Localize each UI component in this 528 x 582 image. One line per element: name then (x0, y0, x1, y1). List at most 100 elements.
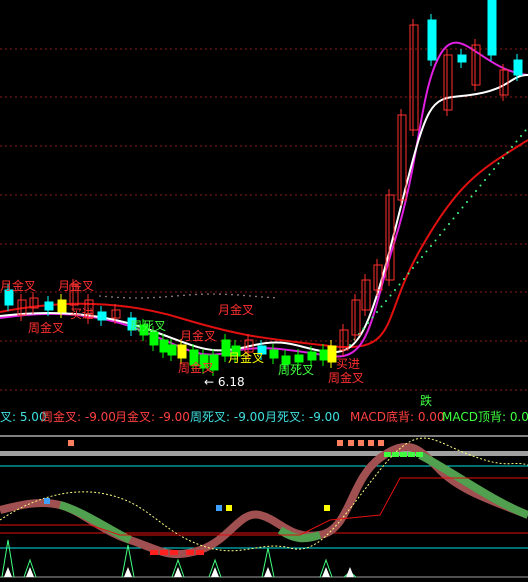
trend-dot (261, 296, 263, 298)
trend-dot (177, 294, 179, 297)
trend-dot (213, 293, 215, 295)
trend-dot (376, 311, 378, 313)
signal-block (68, 440, 74, 446)
green-block (392, 452, 399, 457)
trend-dot (515, 140, 518, 143)
trend-dot (466, 201, 468, 203)
trend-dot (147, 297, 149, 299)
green-block (400, 452, 407, 457)
signal-block (44, 498, 50, 504)
signal-label: 月金叉 (218, 302, 254, 317)
trend-dot (380, 305, 383, 308)
trend-dot (497, 162, 500, 165)
stock-chart[interactable]: 月金叉 月金叉 买进 周金叉 月金叉 月金叉 周死叉 周金叉 月金叉 周死叉 买… (0, 0, 528, 582)
green-block (384, 452, 391, 457)
macd-zero-band (0, 451, 528, 456)
trend-dot (452, 217, 455, 220)
trend-dot (165, 295, 167, 298)
trend-dot (237, 294, 239, 296)
trend-dot (421, 256, 423, 258)
indicator-item: MACD顶背: 0.00 (442, 410, 528, 424)
trend-dot (470, 195, 473, 198)
trend-dot (430, 245, 432, 247)
green-block (416, 452, 423, 457)
signal-label: 周死叉 (130, 319, 166, 333)
signal-label: 周金叉 (28, 320, 64, 335)
trend-dot (129, 297, 131, 299)
trend-dot (243, 294, 245, 297)
red-block (160, 550, 168, 555)
signal-block (324, 505, 330, 511)
signal-label: 周金叉 (328, 370, 364, 385)
signal-label: 月金叉 (228, 350, 264, 365)
signal-label: 周死叉 (278, 363, 314, 377)
trend-dot (511, 146, 513, 148)
trend-dot (439, 234, 441, 236)
trend-dot (448, 223, 450, 225)
trend-dot (398, 283, 401, 286)
signal-block (348, 440, 354, 446)
trend-dot (267, 296, 269, 299)
trend-dot (195, 293, 197, 296)
trend-dot (219, 293, 221, 295)
trend-dot (111, 296, 113, 298)
low-price-marker: ← 6.18 (204, 375, 245, 389)
signal-label: 月金叉 (0, 278, 36, 293)
candle (307, 351, 317, 361)
trend-dot (403, 278, 405, 280)
candle (319, 349, 329, 361)
signal-label: 买进 (336, 357, 360, 371)
trend-dot (524, 129, 527, 132)
indicator-item: 叉: 5.00 (0, 410, 47, 424)
trend-dot (273, 296, 275, 299)
green-block (408, 452, 415, 457)
trend-dot (207, 293, 209, 295)
trend-dot (389, 294, 392, 297)
signal-block (368, 440, 374, 446)
trend-dot (231, 293, 233, 296)
trend-dot (349, 344, 351, 346)
indicator-item: MACD底背: 0.00 (350, 409, 445, 424)
trend-dot (506, 151, 509, 154)
trend-dot (484, 179, 486, 181)
trend-dot (183, 294, 185, 297)
trend-dot (201, 293, 203, 296)
trend-dot (367, 322, 369, 324)
trend-dot (249, 295, 251, 297)
trend-dot (443, 228, 446, 231)
candle (427, 19, 437, 61)
trend-dot (385, 300, 387, 302)
candle (159, 339, 169, 353)
candle (327, 345, 337, 363)
candle (44, 301, 54, 311)
red-block (186, 550, 194, 555)
candle (177, 344, 187, 359)
trend-dot (99, 295, 101, 297)
signal-block (337, 440, 343, 446)
trend-dot (371, 316, 374, 319)
trend-dot (105, 295, 107, 298)
signal-block (378, 440, 384, 446)
red-block (170, 550, 178, 555)
trend-dot (255, 295, 257, 298)
candle (487, 0, 497, 56)
trend-dot (407, 272, 410, 275)
signal-label: 月金叉 (180, 328, 216, 343)
trend-dot (479, 184, 482, 187)
signal-block (216, 505, 222, 511)
trend-dot (189, 294, 191, 296)
trend-dot (225, 293, 227, 296)
trend-dot (434, 239, 437, 242)
trend-dot (488, 173, 491, 176)
indicator-top-label: 跌 (420, 393, 432, 408)
trend-dot (416, 261, 419, 264)
red-block (150, 550, 158, 555)
trend-dot (412, 267, 414, 269)
trend-dot (171, 295, 173, 298)
trend-dot (159, 296, 161, 298)
signal-label: 月金叉 (58, 278, 94, 293)
candle (294, 354, 304, 363)
candle (149, 331, 159, 346)
candle (97, 311, 107, 321)
trend-dot (493, 168, 495, 170)
